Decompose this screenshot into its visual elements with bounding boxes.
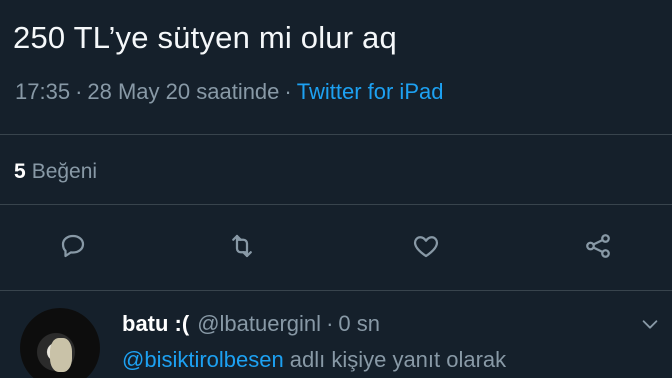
reply-separator: · — [326, 311, 334, 336]
tweet-source-link[interactable]: Twitter for iPad — [297, 79, 444, 104]
reply-button[interactable] — [53, 226, 93, 266]
reply-author-name[interactable]: batu :( — [122, 311, 189, 336]
tweet-meta: 17:35 · 28 May 20 saatinde · Twitter for iPa… — [15, 78, 443, 106]
reply-icon — [61, 234, 85, 258]
like-icon — [413, 236, 439, 258]
reply-time: 0 sn — [338, 311, 380, 336]
reply-tweet[interactable]: batu :( @lbatuerginl · 0 sn @bisiktirolbese… — [0, 300, 672, 378]
like-button[interactable] — [406, 226, 446, 266]
reply-to-line: @bisiktirolbesen adlı kişiye yanıt olarak — [122, 346, 506, 374]
divider — [0, 204, 672, 205]
avatar[interactable] — [20, 308, 100, 378]
reply-header: batu :( @lbatuerginl · 0 sn — [122, 310, 380, 338]
meta-separator: · — [75, 79, 83, 104]
avatar-face — [50, 338, 72, 372]
reply-mention-link[interactable]: @bisiktirolbesen — [122, 347, 284, 372]
retweet-button[interactable] — [222, 226, 262, 266]
chevron-down-icon — [642, 320, 658, 329]
likes-label: Beğeni — [31, 160, 98, 183]
divider — [0, 134, 672, 135]
meta-separator: · — [284, 79, 292, 104]
reply-menu-button[interactable] — [636, 310, 664, 338]
tweet-date: 28 May 20 saatinde — [87, 79, 280, 104]
retweet-icon — [232, 234, 252, 258]
tweet-actions — [0, 226, 672, 266]
reply-to-label: adlı kişiye yanıt olarak — [289, 347, 507, 372]
share-button[interactable] — [578, 226, 618, 266]
tweet-time: 17:35 — [15, 79, 71, 104]
likes-count: 5 — [14, 160, 26, 183]
tweet-text: 250 TL’ye sütyen mi olur aq — [13, 20, 397, 55]
reply-author-handle[interactable]: @lbatuerginl — [197, 311, 321, 336]
divider — [0, 290, 672, 291]
share-icon — [586, 234, 610, 258]
likes-row[interactable]: 5 Beğeni — [14, 158, 97, 186]
